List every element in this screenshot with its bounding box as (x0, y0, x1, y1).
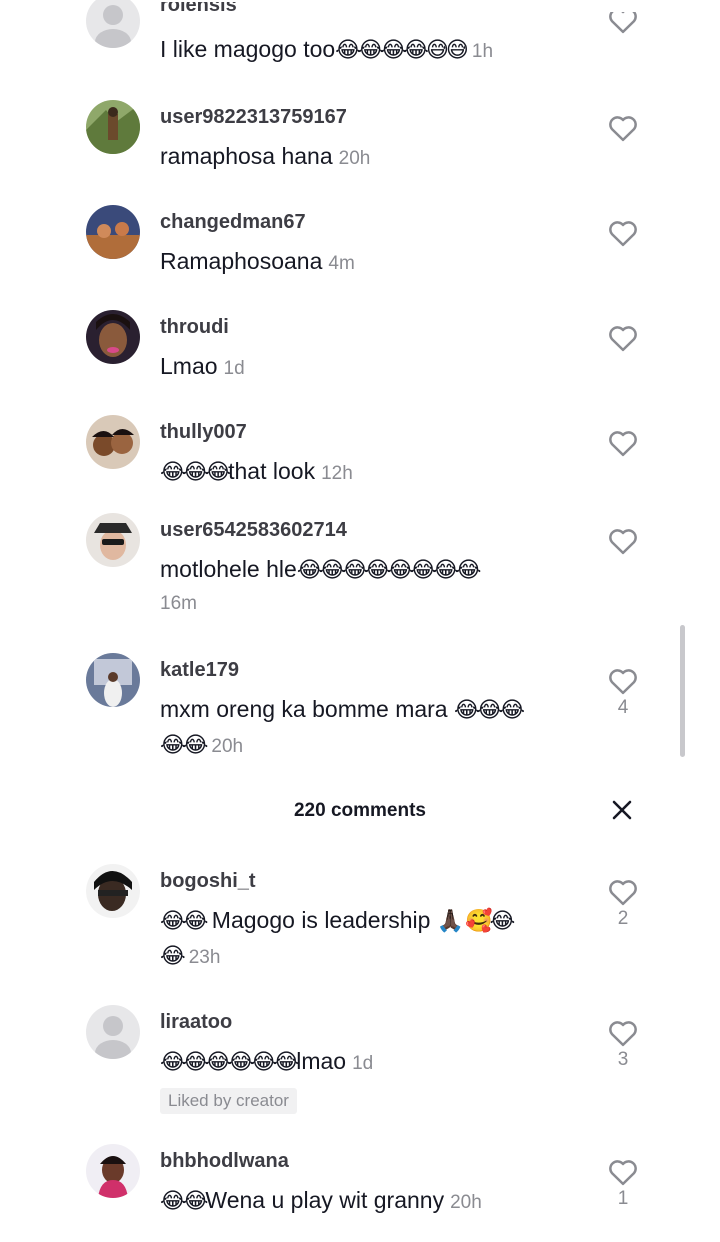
emoji-laugh-icon: 😂😂😂😂😂😂 (160, 1050, 299, 1075)
comment-text: motlohele hle😂😂😂😂😂😂😂😂 (160, 556, 482, 583)
comment-time: 16m (160, 593, 197, 614)
comment-time: 12h (321, 463, 353, 484)
comment-username[interactable]: liraatoo (160, 1011, 232, 1034)
emoji-pray-love-icon: 🙏🏿 🥰😂 (436, 909, 516, 934)
emoji-laugh-icon: 😂😂😂 (160, 460, 231, 485)
comment-text: 😂😂😂that look 12h (160, 458, 353, 485)
scrollbar[interactable] (680, 625, 685, 757)
heart-icon (609, 1021, 637, 1047)
heart-icon (609, 326, 637, 352)
like-button[interactable] (606, 219, 640, 247)
comment-time: 1d (223, 358, 245, 379)
avatar[interactable] (86, 205, 140, 259)
like-button[interactable]: 4 (606, 667, 640, 719)
avatar[interactable] (86, 100, 140, 154)
like-button[interactable] (606, 324, 640, 352)
emoji-laugh-icon: 😂😂😂😂😅😅 (335, 38, 469, 63)
avatar[interactable] (86, 0, 140, 48)
like-count: 2 (617, 908, 629, 929)
comment-time: 20h (211, 736, 244, 757)
heart-icon (609, 221, 637, 247)
comment-username[interactable]: thully007 (160, 421, 247, 444)
avatar[interactable] (86, 864, 140, 918)
emoji-laugh-icon: 😂😂 (160, 1189, 208, 1214)
comment-time: 4m (328, 253, 355, 274)
heart-icon (609, 1160, 637, 1186)
comment-list-top[interactable]: rolensis I like magogo too😂😂😂😂😅😅 1h user9… (0, 0, 720, 775)
comment-text: 😂😂 Magogo is leadership 🙏🏿 🥰😂 (160, 907, 516, 934)
comment-text: mxm oreng ka bomme mara 😂😂😂 (160, 696, 525, 723)
avatar[interactable] (86, 1005, 140, 1059)
comment-time: 20h (338, 148, 371, 169)
close-button[interactable] (608, 796, 636, 824)
comment-username[interactable]: bhbhodlwana (160, 1150, 289, 1173)
like-button[interactable]: 2 (606, 878, 640, 930)
heart-icon (609, 880, 637, 906)
comment-username[interactable]: bogoshi_t (160, 870, 256, 893)
liked-by-creator-badge: Liked by creator (160, 1088, 297, 1114)
comment-username[interactable]: user6542583602714 (160, 519, 347, 542)
emoji-laugh-icon: 😂😂😂😂😂😂😂😂 (296, 558, 482, 583)
comment-username[interactable]: user9822313759167 (160, 106, 347, 129)
like-count: 4 (617, 697, 629, 718)
like-count: 3 (617, 1049, 629, 1070)
heart-icon (608, 6, 638, 34)
comment-text: Lmao 1d (160, 353, 245, 379)
like-button[interactable] (606, 6, 640, 34)
comment-username[interactable]: katle179 (160, 659, 239, 682)
comment-text-continued: 😂😂 20h (160, 729, 243, 762)
comment-text-continued: 😂 23h (160, 940, 220, 973)
comment-text: ramaphosa hana 20h (160, 143, 371, 169)
like-button[interactable]: 3 (606, 1019, 640, 1071)
emoji-laugh-icon: 😂 (160, 944, 186, 969)
comment-text: Ramaphosoana 4m (160, 248, 355, 274)
emoji-laugh-icon: 😂😂 (160, 733, 208, 758)
close-icon (612, 800, 632, 820)
comment-text: 😂😂😂😂😂😂lmao 1d (160, 1048, 374, 1075)
heart-icon (609, 116, 637, 142)
emoji-laugh-icon: 😂😂😂 (453, 698, 525, 723)
comment-username[interactable]: throudi (160, 316, 229, 339)
heart-icon (609, 529, 637, 555)
comment-time: 1d (352, 1053, 374, 1074)
avatar[interactable] (86, 415, 140, 469)
avatar[interactable] (86, 310, 140, 364)
like-button[interactable] (606, 114, 640, 142)
like-button[interactable] (606, 527, 640, 555)
heart-icon (609, 669, 637, 695)
comment-text: I like magogo too😂😂😂😂😅😅 1h (160, 36, 494, 63)
avatar[interactable] (86, 653, 140, 707)
like-count: 1 (617, 1188, 629, 1209)
comment-time: 20h (450, 1192, 482, 1213)
comment-text: 😂😂Wena u play wit granny 20h (160, 1187, 482, 1214)
comment-time: 1h (471, 41, 494, 62)
comment-time: 23h (188, 947, 221, 968)
heart-icon (609, 431, 637, 457)
like-button[interactable]: 1 (606, 1158, 640, 1210)
avatar[interactable] (86, 513, 140, 567)
like-button[interactable] (606, 429, 640, 457)
avatar[interactable] (86, 1144, 140, 1198)
emoji-laugh-icon: 😂😂 (160, 909, 208, 934)
comment-username[interactable]: rolensis (160, 2, 237, 17)
comment-username[interactable]: changedman67 (160, 211, 306, 234)
